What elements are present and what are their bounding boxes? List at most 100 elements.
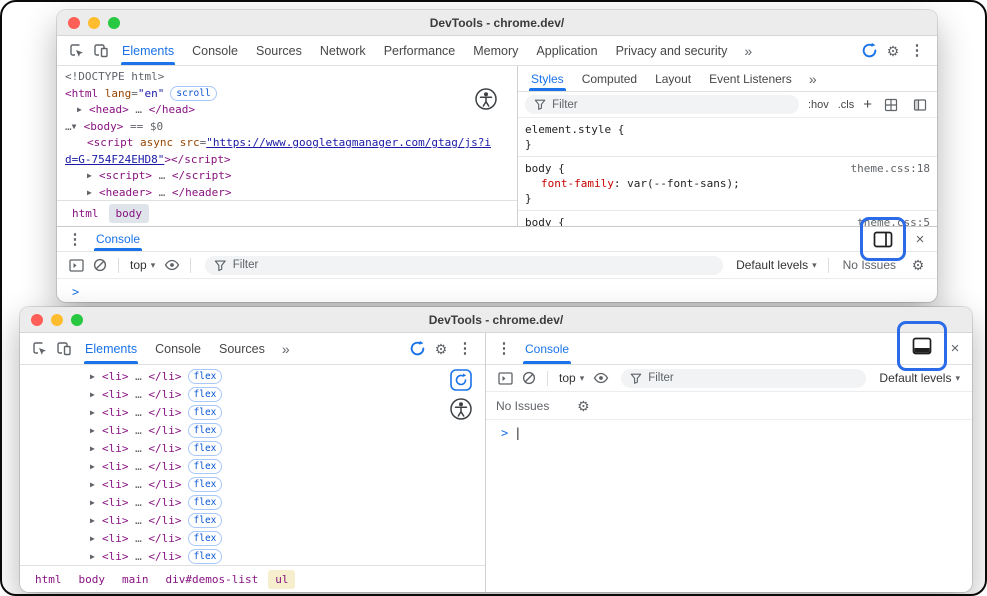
breadcrumb-html[interactable]: html xyxy=(65,204,106,223)
drawer-tab-console[interactable]: Console xyxy=(87,227,149,251)
dock-drawer-bottom-button[interactable] xyxy=(910,334,934,358)
css-property[interactable]: font-family xyxy=(541,176,614,191)
log-levels-selector[interactable]: Default levels▾ xyxy=(874,371,965,385)
settings-button[interactable]: ⚙ xyxy=(429,337,453,361)
element-classes-button[interactable]: .cls xyxy=(838,99,855,111)
inspect-element-button[interactable] xyxy=(65,39,89,63)
breadcrumb-body[interactable]: body xyxy=(72,570,113,589)
clear-console-button[interactable] xyxy=(88,253,112,277)
dock-drawer-right-button[interactable] xyxy=(871,227,895,251)
breadcrumb-body[interactable]: body xyxy=(109,204,150,223)
close-drawer-button[interactable]: × xyxy=(909,231,931,248)
sync-status-button[interactable] xyxy=(405,337,429,361)
more-panels-button[interactable]: » xyxy=(274,341,298,357)
grid-options-button[interactable] xyxy=(881,95,901,115)
device-toolbar-button[interactable] xyxy=(89,39,113,63)
flex-badge[interactable]: flex xyxy=(188,495,223,510)
drawer-menu-button[interactable]: ⋮ xyxy=(63,227,87,251)
collapsed-content-dots[interactable]: … xyxy=(129,514,149,527)
breadcrumb-div-demos-list[interactable]: div#demos-list xyxy=(159,570,266,589)
more-panels-button[interactable]: » xyxy=(736,43,760,59)
styles-filter-input[interactable] xyxy=(552,99,790,111)
tree-row-li[interactable]: ▶<li> … </li>flex xyxy=(20,494,485,512)
collapsed-content-dots[interactable]: … xyxy=(152,169,172,182)
flex-badge[interactable]: flex xyxy=(188,423,223,438)
tree-row-li[interactable]: ▶<li> … </li>flex xyxy=(20,440,485,458)
close-drawer-button[interactable]: × xyxy=(944,340,966,357)
close-window-button[interactable] xyxy=(31,314,43,326)
collapsed-content-dots[interactable]: … xyxy=(129,388,149,401)
expand-arrow-icon[interactable]: ▶ xyxy=(87,185,99,201)
tab-application[interactable]: Application xyxy=(527,36,606,65)
breadcrumb-html[interactable]: html xyxy=(28,570,69,589)
attr-value-link[interactable]: "https://www.googletagmanager.com/gtag/j… xyxy=(206,136,491,149)
collapsed-content-dots[interactable]: … xyxy=(129,496,149,509)
tree-row-li[interactable]: ▶<li> … </li>flex xyxy=(20,422,485,440)
console-settings-button[interactable]: ⚙ xyxy=(571,394,595,418)
expand-arrow-icon[interactable]: ▶ xyxy=(90,368,102,386)
flex-badge[interactable]: flex xyxy=(188,459,223,474)
breadcrumb-main[interactable]: main xyxy=(115,570,156,589)
issues-counter[interactable]: No Issues xyxy=(496,399,549,413)
collapsed-content-dots[interactable]: … xyxy=(129,442,149,455)
expand-arrow-icon[interactable]: ▶ xyxy=(90,440,102,458)
flex-badge[interactable]: flex xyxy=(188,549,223,564)
collapsed-content-dots[interactable]: … xyxy=(129,532,149,545)
inspect-element-button[interactable] xyxy=(28,337,52,361)
zoom-window-button[interactable] xyxy=(71,314,83,326)
console-prompt[interactable]: >| xyxy=(486,420,972,592)
more-options-button[interactable]: ⋮ xyxy=(905,39,929,63)
css-value[interactable]: var(--font-sans); xyxy=(627,176,740,191)
console-sidebar-button[interactable] xyxy=(64,253,88,277)
expand-arrow-icon[interactable]: ▶ xyxy=(90,458,102,476)
tree-row-body[interactable]: …▼<body> == $0 xyxy=(65,119,517,136)
tree-row-li[interactable]: ▶<li> … </li>flex xyxy=(20,512,485,530)
expand-arrow-icon[interactable]: ▶ xyxy=(77,102,89,119)
collapsed-content-dots[interactable]: … xyxy=(129,406,149,419)
tree-row-li[interactable]: ▶<li> … </li>flex xyxy=(20,368,485,386)
tab-privacy-and-security[interactable]: Privacy and security xyxy=(607,36,737,65)
flex-badge[interactable]: flex xyxy=(188,531,223,546)
collapsed-content-dots[interactable]: … xyxy=(129,478,149,491)
sync-badge-button[interactable] xyxy=(450,369,472,394)
console-filter-input[interactable] xyxy=(648,372,857,384)
live-expression-button[interactable] xyxy=(589,366,613,390)
tab-performance[interactable]: Performance xyxy=(375,36,465,65)
tab-sources[interactable]: Sources xyxy=(247,36,311,65)
tab-elements[interactable]: Elements xyxy=(76,333,146,364)
console-filter[interactable] xyxy=(621,369,866,388)
live-expression-button[interactable] xyxy=(160,253,184,277)
flex-badge[interactable]: flex xyxy=(188,513,223,528)
collapsed-content-dots[interactable]: … xyxy=(152,186,172,199)
minimize-window-button[interactable] xyxy=(88,17,100,29)
tree-row-html[interactable]: <html lang="en"scroll xyxy=(65,86,517,103)
tree-row-script[interactable]: ▶<script> … </script> xyxy=(65,168,517,185)
tree-row-header[interactable]: ▶<header> … </header> xyxy=(65,185,517,201)
javascript-context-selector[interactable]: top▾ xyxy=(554,371,589,385)
styles-filter[interactable] xyxy=(525,95,799,114)
console-filter-input[interactable] xyxy=(233,259,714,271)
tree-row-li[interactable]: ▶<li> … </li>flex xyxy=(20,530,485,548)
clear-console-button[interactable] xyxy=(517,366,541,390)
expand-arrow-icon[interactable]: ▶ xyxy=(90,530,102,548)
expand-arrow-icon[interactable]: ▶ xyxy=(90,476,102,494)
tree-row-doctype[interactable]: <!DOCTYPE html> xyxy=(65,69,517,86)
sync-status-button[interactable] xyxy=(857,39,881,63)
drawer-tab-console[interactable]: Console xyxy=(516,333,578,364)
javascript-context-selector[interactable]: top▾ xyxy=(125,258,160,272)
tree-row-script-gtag[interactable]: <script async src="https://www.googletag… xyxy=(65,135,517,152)
collapsed-content-dots[interactable]: … xyxy=(129,460,149,473)
tab-console[interactable]: Console xyxy=(146,333,210,364)
flex-badge[interactable]: flex xyxy=(188,441,223,456)
tab-sources[interactable]: Sources xyxy=(210,333,274,364)
tab-layout[interactable]: Layout xyxy=(646,66,700,91)
computed-sidebar-toggle-button[interactable] xyxy=(910,95,930,115)
tree-row-li[interactable]: ▶<li> … </li>flex xyxy=(20,476,485,494)
tree-row-li[interactable]: ▶<li> … </li>flex xyxy=(20,386,485,404)
more-sidebar-tabs-button[interactable]: » xyxy=(801,71,825,87)
new-style-rule-button[interactable]: + xyxy=(863,97,872,112)
attr-value-link[interactable]: d=G-754F24EHD8" xyxy=(65,153,164,166)
tab-elements[interactable]: Elements xyxy=(113,36,183,65)
tree-row-li[interactable]: ▶<li> … </li>flex xyxy=(20,548,485,565)
scroll-badge[interactable]: scroll xyxy=(170,86,216,101)
